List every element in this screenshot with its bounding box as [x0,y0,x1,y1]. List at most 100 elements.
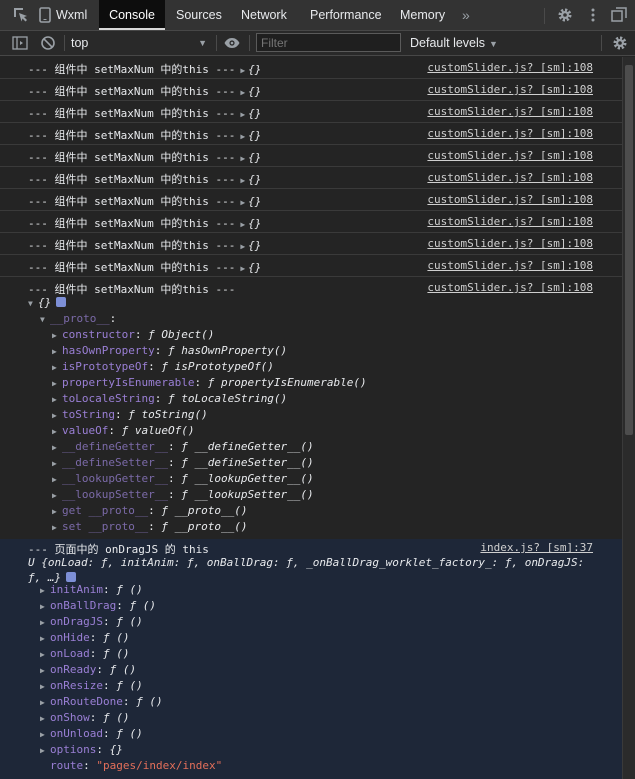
expand-triangle-icon[interactable]: ▶ [240,66,245,75]
object-property[interactable]: ▶ onLoad: ƒ () [40,646,130,662]
object-preview[interactable]: {} [248,261,261,274]
source-link[interactable]: customSlider.js? [sm]:108 [427,237,593,250]
property-value: Object() [161,328,215,341]
context-select[interactable]: top ▼ [71,33,211,53]
proto-property[interactable]: ▶ constructor: ƒ Object() [52,327,214,343]
expand-triangle-icon[interactable]: ▶ [240,132,245,141]
scrollbar-thumb[interactable] [625,65,633,435]
log-levels-dropdown[interactable]: Default levels ▼ [410,33,498,53]
source-link[interactable]: customSlider.js? [sm]:108 [427,61,593,74]
source-link[interactable]: customSlider.js? [sm]:108 [427,127,593,140]
log-row: --- 组件中 setMaxNum 中的this --- ▶{} customSli… [0,101,622,123]
log-row: --- 组件中 setMaxNum 中的this --- ▶{} customSli… [0,167,622,189]
source-link[interactable]: customSlider.js? [sm]:108 [427,281,593,294]
object-preview[interactable]: {} [248,195,261,208]
source-link[interactable]: customSlider.js? [sm]:108 [427,193,593,206]
object-preview[interactable]: {} [248,173,261,186]
kebab-menu-icon[interactable] [584,6,602,24]
undock-icon[interactable] [610,6,628,24]
tab-memory[interactable]: Memory [400,0,450,30]
proto-property[interactable]: ▶ __defineGetter__: ƒ __defineGetter__() [52,439,314,455]
property-route: route: "pages/index/index" [50,759,223,772]
property-value: hasOwnProperty() [181,344,288,357]
inspect-icon[interactable] [12,6,30,24]
expand-triangle-icon[interactable]: ▶ [240,198,245,207]
log-text: --- 组件中 setMaxNum 中的this --- [28,129,236,142]
proto-property[interactable]: ▶ __lookupSetter__: ƒ __lookupSetter__() [52,487,314,503]
expand-triangle-icon: ▶ [40,602,45,611]
object-property[interactable]: ▶ onHide: ƒ () [40,630,130,646]
expand-triangle-icon[interactable]: ▶ [240,88,245,97]
proto-property[interactable]: ▶ toString: ƒ toString() [52,407,208,423]
object-preview[interactable]: {} [248,63,261,76]
more-tabs-icon[interactable]: » [462,6,480,24]
source-link[interactable]: customSlider.js? [sm]:108 [427,83,593,96]
object-property[interactable]: ▶ onBallDrag: ƒ () [40,598,156,614]
eye-icon[interactable] [223,34,241,52]
expand-triangle-icon[interactable]: ▶ [240,176,245,185]
scrollbar[interactable] [622,57,635,779]
tab-performance[interactable]: Performance [310,0,384,30]
object-property[interactable]: ▶ onResize: ƒ () [40,678,143,694]
tab-sources[interactable]: Sources [176,0,226,30]
proto-property[interactable]: ▶ propertyIsEnumerable: ƒ propertyIsEnume… [52,375,367,391]
proto-property[interactable]: ▶ isPrototypeOf: ƒ isPrototypeOf() [52,359,274,375]
object-preview[interactable]: {} [248,85,261,98]
object-preview[interactable]: {} [248,107,261,120]
proto-property[interactable]: ▶ __defineSetter__: ƒ __defineSetter__() [52,455,314,471]
proto-property[interactable]: ▶ set __proto__: ƒ __proto__() [52,519,247,535]
object-preview[interactable]: {} [248,217,261,230]
expand-triangle-icon: ▶ [52,491,57,500]
object-property[interactable]: ▶ initAnim: ƒ () [40,582,143,598]
tab-wxml[interactable]: Wxml [56,0,90,30]
expand-triangle-icon[interactable]: ▶ [240,220,245,229]
log-text: --- 组件中 setMaxNum 中的this --- [28,85,236,98]
filter-input[interactable] [256,33,401,52]
object-preview[interactable]: {} [248,129,261,142]
function-glyph: ƒ [121,424,135,437]
property-value: __defineGetter__() [194,440,314,453]
source-link[interactable]: customSlider.js? [sm]:108 [427,105,593,118]
proto-property[interactable]: ▶ __lookupGetter__: ƒ __lookupGetter__() [52,471,314,487]
object-property[interactable]: ▶ onUnload: ƒ () [40,726,143,742]
source-link[interactable]: customSlider.js? [sm]:108 [427,215,593,228]
object-property[interactable]: ▶ options: {} [40,742,123,758]
function-glyph: ƒ [161,504,175,517]
settings-icon[interactable] [556,6,574,24]
object-property[interactable]: ▶ onReady: ƒ () [40,662,136,678]
tab-console[interactable]: Console [99,0,165,30]
property-key: onShow [50,711,90,724]
source-link[interactable]: customSlider.js? [sm]:108 [427,259,593,272]
expand-triangle-icon: ▶ [52,411,57,420]
proto-property[interactable]: ▶ get __proto__: ƒ __proto__() [52,503,247,519]
info-icon[interactable] [56,297,67,307]
proto-property[interactable]: ▶ valueOf: ƒ valueOf() [52,423,194,439]
object-preview[interactable]: {} [248,151,261,164]
log-row: --- 组件中 setMaxNum 中的this --- ▶{} customSli… [0,211,622,233]
object-property[interactable]: ▶ onRouteDone: ƒ () [40,694,163,710]
info-icon[interactable] [66,572,77,582]
expand-triangle-icon[interactable]: ▶ [240,110,245,119]
source-link[interactable]: customSlider.js? [sm]:108 [427,149,593,162]
console-settings-icon[interactable] [611,34,629,52]
expand-triangle-icon[interactable]: ▶ [240,154,245,163]
proto-node[interactable]: ▼ __proto__: [40,311,116,327]
device-icon[interactable] [36,6,54,24]
source-link[interactable]: customSlider.js? [sm]:108 [427,171,593,184]
expand-triangle-icon[interactable]: ▶ [240,264,245,273]
proto-property[interactable]: ▶ toLocaleString: ƒ toLocaleString() [52,391,287,407]
sidebar-toggle-icon[interactable] [11,34,29,52]
expanded-object[interactable]: ▼ {} [28,295,67,311]
expand-triangle-icon: ▶ [40,698,45,707]
proto-property[interactable]: ▶ hasOwnProperty: ƒ hasOwnProperty() [52,343,287,359]
expand-triangle-icon[interactable]: ▶ [240,242,245,251]
object-property[interactable]: ▶ onDragJS: ƒ () [40,614,143,630]
object-summary[interactable]: U {onLoad: ƒ, initAnim: ƒ, onBallDrag: ƒ… [28,555,598,585]
log-message: --- 组件中 setMaxNum 中的this --- ▶{} [28,105,261,121]
source-link[interactable]: index.js? [sm]:37 [480,541,593,554]
object-preview[interactable]: {} [248,239,261,252]
clear-console-icon[interactable] [39,34,57,52]
object-property[interactable]: ▶ onShow: ƒ () [40,710,130,726]
expand-triangle-icon: ▶ [52,507,57,516]
tab-network[interactable]: Network [241,0,293,30]
